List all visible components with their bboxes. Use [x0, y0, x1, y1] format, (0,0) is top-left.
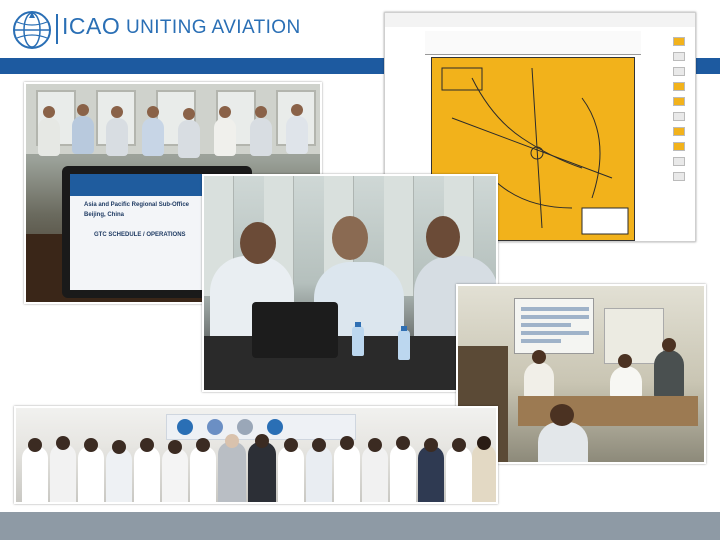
page-thumbnails — [669, 31, 687, 181]
photo-participants-at-desk — [202, 174, 498, 392]
laptop-screen-title: Asia and Pacific Regional Sub-Office — [84, 202, 190, 208]
laptop-screen-heading: GTC SCHEDULE / OPERATIONS — [94, 232, 186, 238]
brand-divider — [56, 14, 58, 44]
laptop — [252, 302, 338, 358]
org-name: ICAO — [62, 13, 121, 39]
icao-globe-logo-icon — [13, 11, 51, 49]
photo-group — [14, 406, 498, 504]
projector-screen — [514, 298, 594, 354]
footer-bar — [0, 512, 720, 540]
laptop-screen-subtitle: Beijing, China — [84, 212, 125, 218]
tagline: UNITING AVIATION — [126, 17, 301, 38]
